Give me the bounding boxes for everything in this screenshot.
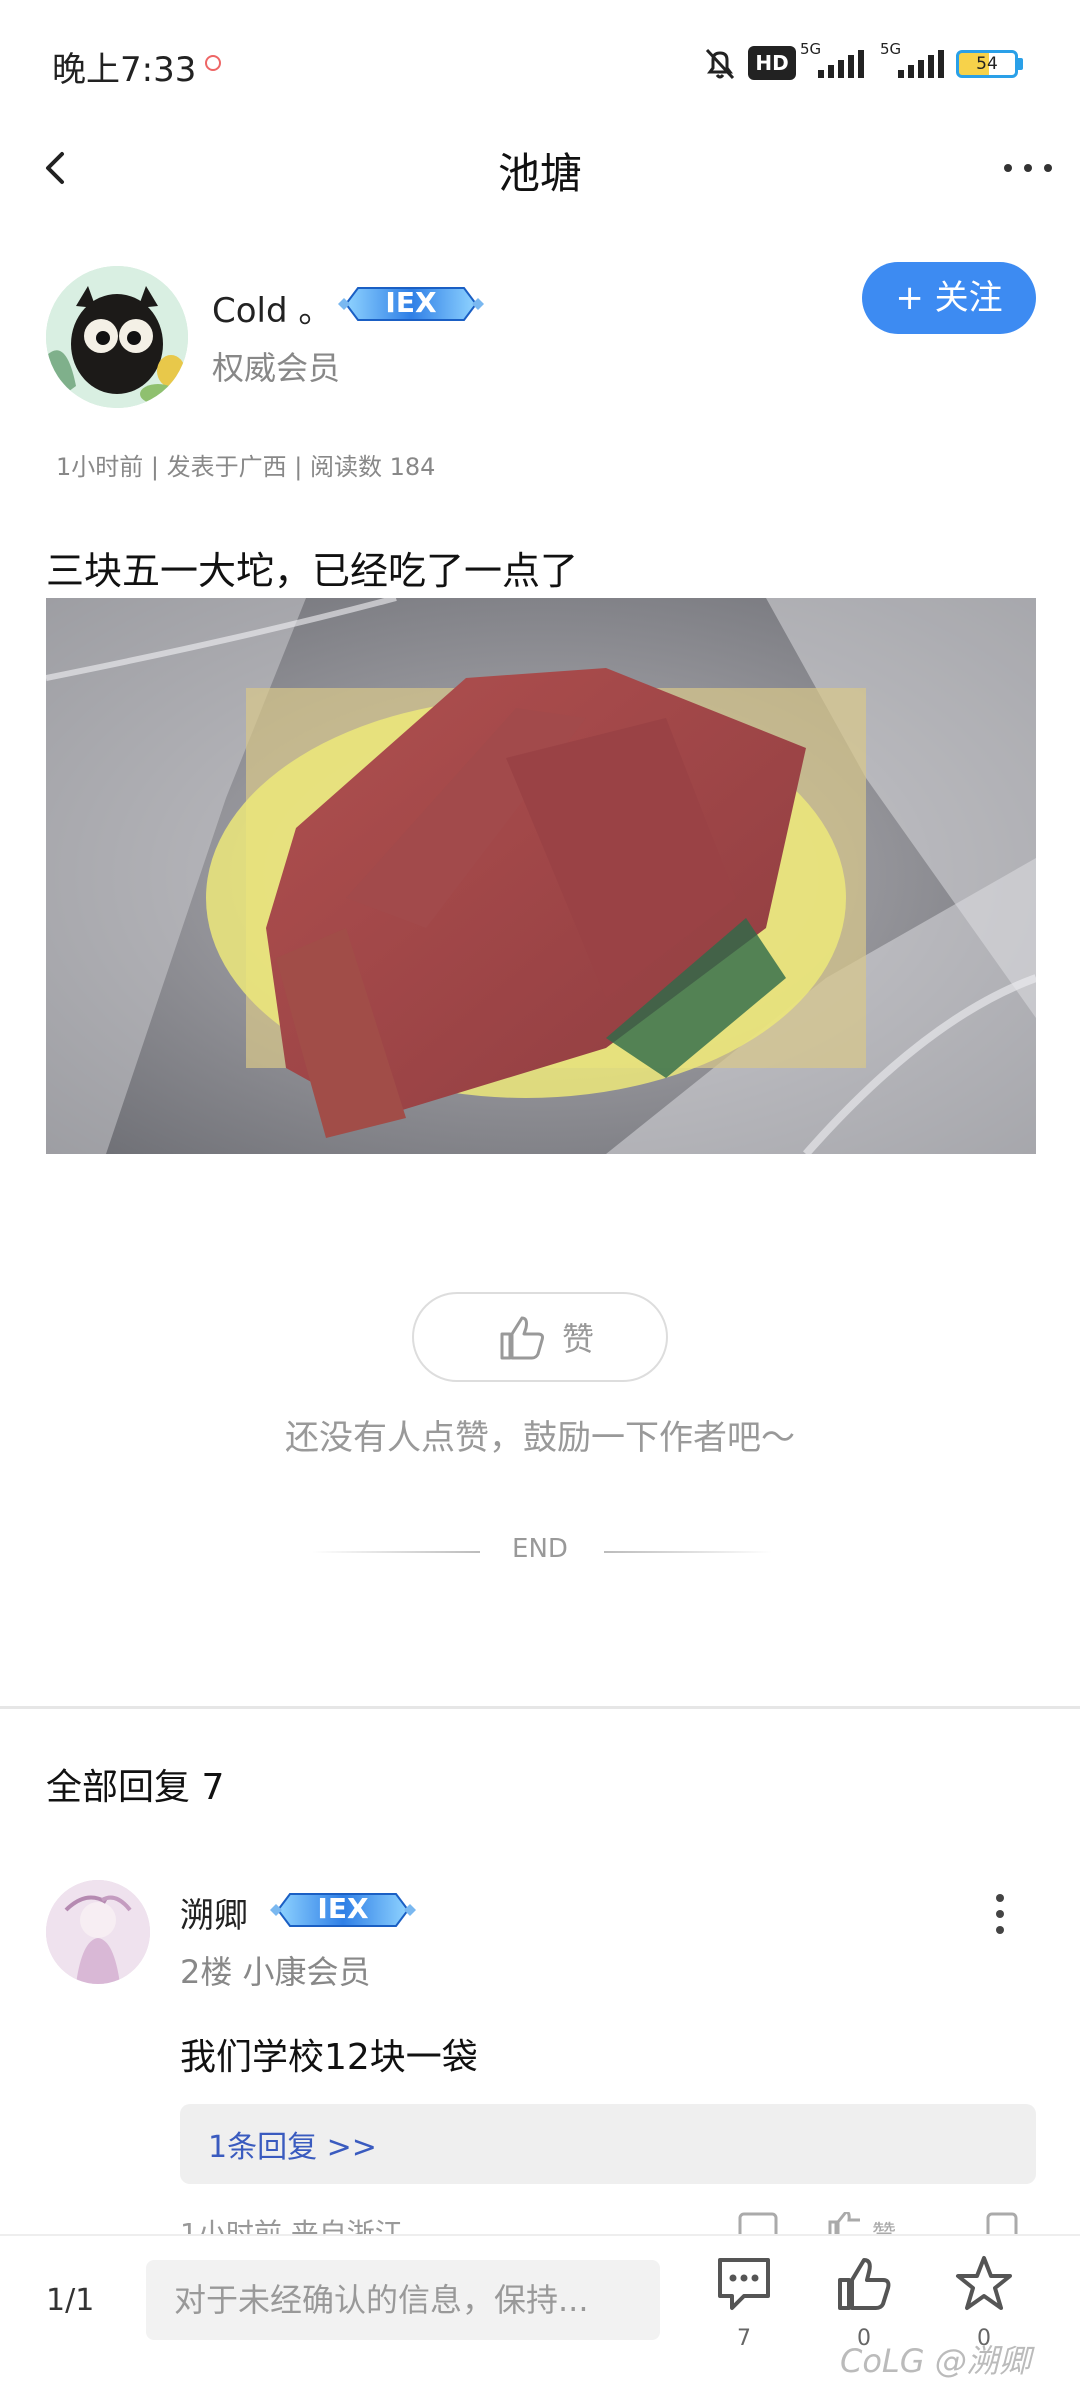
comment-input[interactable] — [146, 2260, 660, 2340]
comment-avatar-image — [46, 1880, 150, 1984]
comment-replies-link[interactable]: 1条回复 >> — [208, 2122, 377, 2166]
section-divider — [0, 1706, 1080, 1709]
end-label: END — [512, 1534, 568, 1564]
author-avatar[interactable] — [46, 266, 188, 408]
comment-level-badge-text: IEX — [317, 1892, 369, 1925]
like-icon[interactable] — [834, 2254, 894, 2314]
status-time: 晚上7:33 — [52, 50, 197, 90]
page-indicator[interactable]: 1/1 — [46, 2283, 94, 2318]
author-role: 权威会员 — [212, 349, 341, 387]
end-divider-right — [604, 1551, 772, 1553]
like-hint: 还没有人点赞，鼓励一下作者吧～ — [285, 1418, 795, 1458]
post-text: 三块五一大坨，已经吃了一点了 — [46, 549, 579, 593]
like-label: 赞 — [562, 1320, 595, 1358]
follow-button[interactable]: + 关注 — [862, 262, 1036, 334]
replies-title: 全部回复 7 — [46, 1767, 225, 1808]
comment-reply-icon[interactable] — [738, 2212, 778, 2236]
battery-tip — [1018, 58, 1023, 70]
avatar-image — [46, 266, 188, 408]
page-title: 池塘 — [497, 149, 582, 198]
watermark: CoLG @溯卿 — [840, 2342, 1031, 2380]
notification-dot-icon — [205, 55, 221, 71]
comment-author-name[interactable]: 溯卿 — [180, 1888, 248, 1937]
thumbs-up-icon — [500, 1316, 544, 1360]
comment-text: 我们学校12块一袋 — [180, 2037, 478, 2078]
bell-muted-icon — [705, 48, 735, 80]
post-meta: 1小时前 | 发表于广西 | 阅读数 184 — [56, 453, 436, 481]
battery-icon: 54 — [956, 50, 1018, 78]
hd-icon: HD — [748, 46, 796, 80]
comment-more-icon[interactable] — [990, 1890, 1010, 1938]
signal-icon — [818, 50, 864, 78]
signal-icon-2 — [898, 50, 944, 78]
comment-share-icon[interactable] — [980, 2212, 1020, 2236]
status-bar: 晚上7:33 HD 5G 5G 54 — [0, 0, 1080, 120]
comment-icon[interactable] — [714, 2254, 774, 2314]
star-icon[interactable] — [954, 2254, 1014, 2314]
comment-count: 7 — [737, 2326, 751, 2351]
comment-avatar[interactable] — [46, 1880, 150, 1984]
level-badge-text: IEX — [385, 286, 437, 319]
comment-meta: 2楼 小康会员 — [180, 1953, 371, 1991]
author-name[interactable]: Cold 。 — [212, 283, 332, 332]
post-photo[interactable] — [46, 598, 1036, 1154]
comment-like-icon[interactable] — [826, 2212, 866, 2236]
more-options-icon[interactable] — [1000, 150, 1056, 186]
